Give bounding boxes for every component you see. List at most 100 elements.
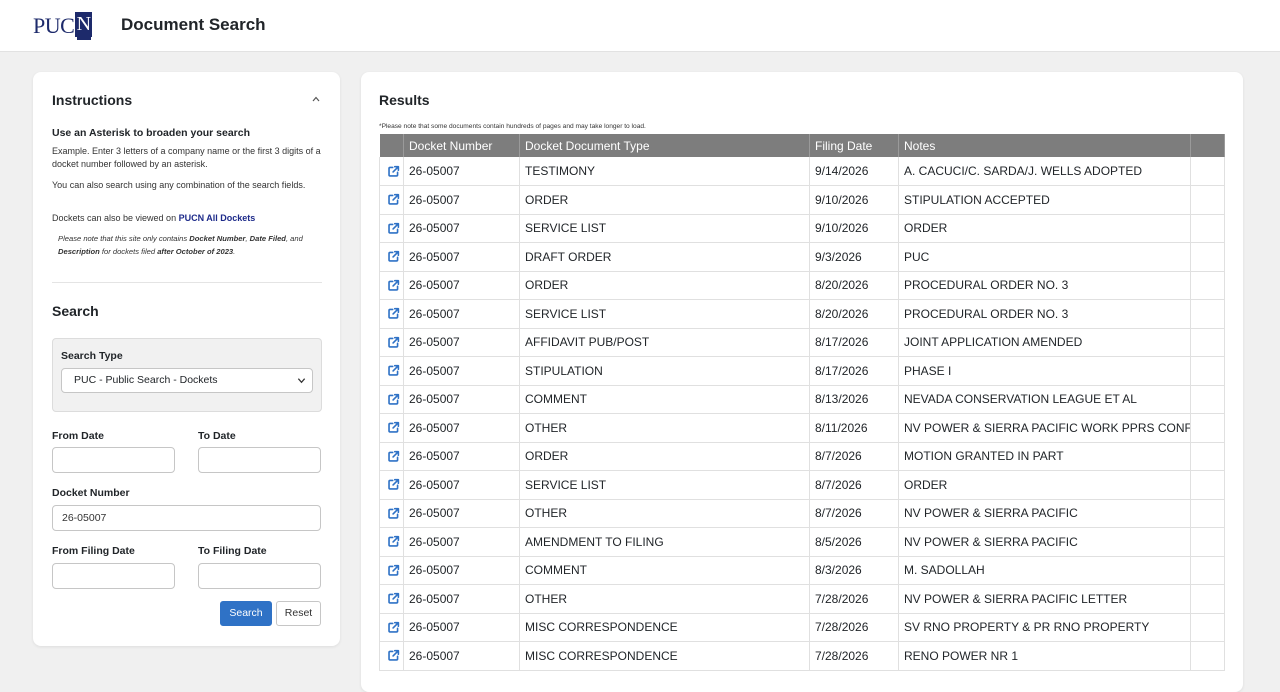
table-row[interactable]: 26-05007 DRAFT ORDER 9/3/2026 PUC — [379, 242, 1225, 272]
top-bar: PUC N Document Search — [0, 0, 1280, 52]
table-row[interactable]: 26-05007 ORDER 8/7/2026 MOTION GRANTED IN P… — [379, 442, 1225, 471]
table-row[interactable]: 26-05007 COMMENT 8/3/2026 M. SADOLLAH — [379, 556, 1225, 585]
column-header-document-type[interactable]: Docket Document Type — [519, 134, 810, 157]
row-link-cell[interactable] — [379, 499, 404, 528]
extra-cell — [1190, 385, 1225, 414]
results-note: *Please note that some documents contain… — [379, 123, 646, 130]
row-link-cell[interactable] — [379, 356, 404, 386]
note-text-5: . — [233, 246, 236, 256]
table-row[interactable]: 26-05007 TESTIMONY 9/14/2026 A. CACUCI/C. S… — [379, 157, 1225, 186]
notes-cell: NEVADA CONSERVATION LEAGUE ET AL — [898, 385, 1191, 414]
table-row[interactable]: 26-05007 MISC CORRESPONDENCE 7/28/2026 SV R… — [379, 613, 1225, 642]
row-link-cell[interactable] — [379, 271, 404, 300]
filing-date-cell: 7/28/2026 — [809, 641, 899, 671]
filing-date-cell: 9/3/2026 — [809, 242, 899, 272]
extra-cell — [1190, 613, 1225, 642]
column-header-filing-date[interactable]: Filing Date — [809, 134, 899, 157]
table-row[interactable]: 26-05007 SERVICE LIST 8/20/2026 PROCEDURAL … — [379, 299, 1225, 329]
reset-button[interactable]: Reset — [276, 601, 321, 626]
chevron-up-icon[interactable] — [311, 94, 321, 104]
document-type-cell: MISC CORRESPONDENCE — [519, 641, 810, 671]
docket-number-cell: 26-05007 — [403, 442, 520, 471]
filing-date-cell: 8/7/2026 — [809, 499, 899, 528]
note-description: Description — [58, 246, 100, 256]
extra-cell — [1190, 185, 1225, 215]
table-row[interactable]: 26-05007 SERVICE LIST 9/10/2026 ORDER — [379, 214, 1225, 243]
from-filing-date-input[interactable] — [52, 563, 175, 589]
table-header-row: Docket Number Docket Document Type Filin… — [379, 134, 1225, 157]
docket-number-cell: 26-05007 — [403, 499, 520, 528]
from-date-input[interactable] — [52, 447, 175, 473]
docket-number-cell: 26-05007 — [403, 584, 520, 614]
instructions-example: Example. Enter 3 letters of a company na… — [52, 146, 321, 169]
row-link-cell[interactable] — [379, 299, 404, 329]
table-row[interactable]: 26-05007 OTHER 8/11/2026 NV POWER & SIERRA … — [379, 413, 1225, 443]
row-link-cell[interactable] — [379, 470, 404, 500]
pucn-all-dockets-link[interactable]: PUCN All Dockets — [179, 213, 256, 223]
from-filing-date-label: From Filing Date — [52, 545, 135, 557]
note-date-filed: Date Filed — [249, 234, 286, 243]
row-link-cell[interactable] — [379, 385, 404, 414]
external-link-icon — [388, 507, 400, 519]
document-type-cell: DRAFT ORDER — [519, 242, 810, 272]
table-row[interactable]: 26-05007 STIPULATION 8/17/2026 PHASE I — [379, 356, 1225, 386]
external-link-icon — [388, 650, 400, 662]
search-type-select[interactable]: PUC - Public Search - Dockets — [61, 368, 313, 393]
column-header-docket-number[interactable]: Docket Number — [403, 134, 520, 157]
docket-number-cell: 26-05007 — [403, 527, 520, 557]
table-row[interactable]: 26-05007 SERVICE LIST 8/7/2026 ORDER — [379, 470, 1225, 500]
row-link-cell[interactable] — [379, 157, 404, 186]
table-row[interactable]: 26-05007 ORDER 8/20/2026 PROCEDURAL ORDER N… — [379, 271, 1225, 300]
docket-number-cell: 26-05007 — [403, 185, 520, 215]
external-link-icon — [388, 479, 400, 491]
to-filing-date-input[interactable] — [198, 563, 321, 589]
row-link-cell[interactable] — [379, 413, 404, 443]
row-link-cell[interactable] — [379, 613, 404, 642]
extra-cell — [1190, 157, 1225, 186]
row-link-cell[interactable] — [379, 242, 404, 272]
to-date-input[interactable] — [198, 447, 321, 473]
filing-date-cell: 8/20/2026 — [809, 271, 899, 300]
notes-cell: NV POWER & SIERRA PACIFIC WORK PPRS CONF — [898, 413, 1191, 443]
extra-cell — [1190, 470, 1225, 500]
row-link-cell[interactable] — [379, 185, 404, 215]
row-link-cell[interactable] — [379, 527, 404, 557]
notes-cell: PROCEDURAL ORDER NO. 3 — [898, 299, 1191, 329]
pucn-logo[interactable]: PUC N — [33, 12, 93, 40]
chevron-down-icon — [297, 378, 306, 384]
search-type-label: Search Type — [61, 350, 123, 362]
search-button[interactable]: Search — [220, 601, 272, 626]
row-link-cell[interactable] — [379, 328, 404, 357]
docket-number-input[interactable]: 26-05007 — [52, 505, 321, 531]
external-link-icon — [388, 450, 400, 462]
external-link-icon — [388, 621, 400, 633]
row-link-cell[interactable] — [379, 442, 404, 471]
document-type-cell: OTHER — [519, 499, 810, 528]
docket-number-cell: 26-05007 — [403, 299, 520, 329]
table-row[interactable]: 26-05007 MISC CORRESPONDENCE 7/28/2026 RENO… — [379, 641, 1225, 671]
table-row[interactable]: 26-05007 ORDER 9/10/2026 STIPULATION ACCEPT… — [379, 185, 1225, 215]
notes-cell: ORDER — [898, 214, 1191, 243]
table-row[interactable]: 26-05007 AMENDMENT TO FILING 8/5/2026 NV PO… — [379, 527, 1225, 557]
document-type-cell: COMMENT — [519, 385, 810, 414]
row-link-cell[interactable] — [379, 584, 404, 614]
extra-cell — [1190, 214, 1225, 243]
row-link-cell[interactable] — [379, 641, 404, 671]
notes-cell: NV POWER & SIERRA PACIFIC — [898, 499, 1191, 528]
table-row[interactable]: 26-05007 OTHER 7/28/2026 NV POWER & SIERRA … — [379, 584, 1225, 614]
filing-date-cell: 8/17/2026 — [809, 328, 899, 357]
row-link-cell[interactable] — [379, 214, 404, 243]
extra-cell — [1190, 499, 1225, 528]
external-link-icon — [388, 336, 400, 348]
external-link-icon — [388, 422, 400, 434]
filing-date-cell: 8/20/2026 — [809, 299, 899, 329]
table-row[interactable]: 26-05007 AFFIDAVIT PUB/POST 8/17/2026 JOINT… — [379, 328, 1225, 357]
notes-cell: PROCEDURAL ORDER NO. 3 — [898, 271, 1191, 300]
notes-cell: PUC — [898, 242, 1191, 272]
row-link-cell[interactable] — [379, 556, 404, 585]
docket-number-cell: 26-05007 — [403, 385, 520, 414]
table-row[interactable]: 26-05007 OTHER 8/7/2026 NV POWER & SIERRA P… — [379, 499, 1225, 528]
page-title: Document Search — [121, 15, 266, 34]
column-header-notes[interactable]: Notes — [898, 134, 1191, 157]
table-row[interactable]: 26-05007 COMMENT 8/13/2026 NEVADA CONSERVAT… — [379, 385, 1225, 414]
